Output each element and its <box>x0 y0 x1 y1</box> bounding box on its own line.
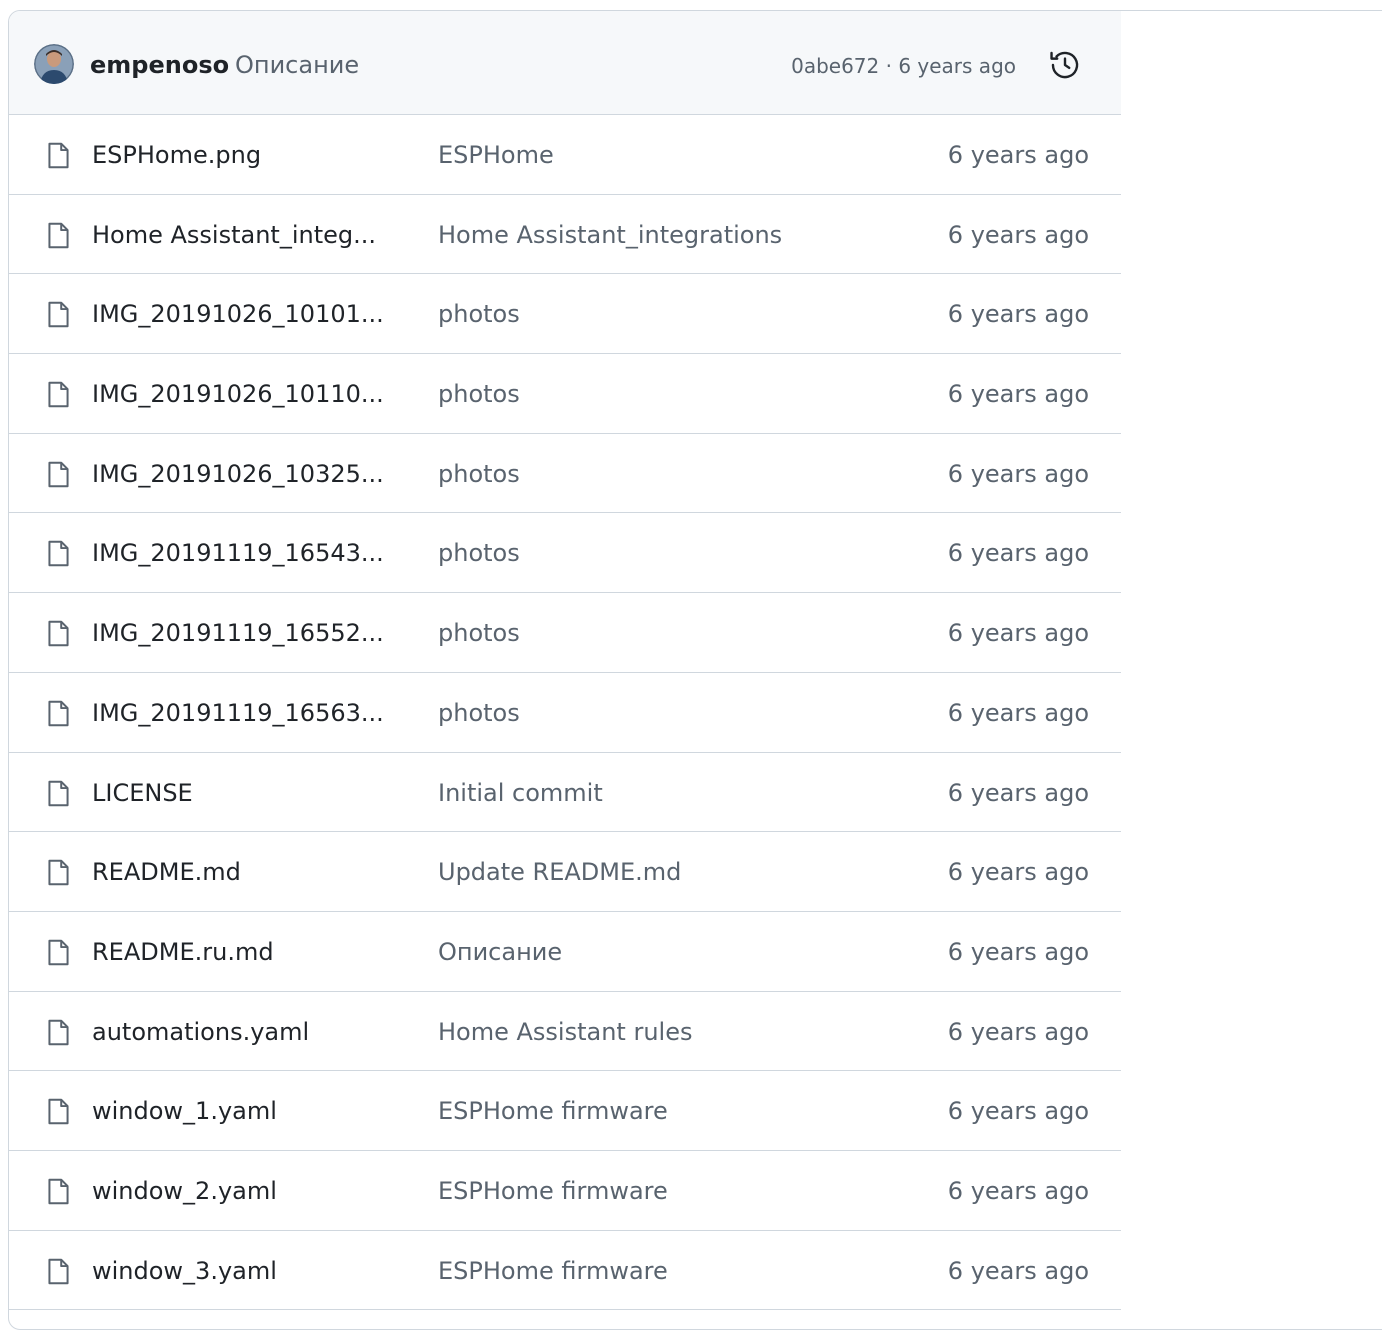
commit-hash-link[interactable]: 0abe672 <box>791 54 879 78</box>
file-row[interactable]: automations.yaml Home Assistant rules 6 … <box>9 992 1121 1072</box>
file-commit-age: 6 years ago <box>947 459 1089 488</box>
file-commit-age: 6 years ago <box>947 858 1089 887</box>
file-icon <box>44 1176 73 1207</box>
file-commit-message-link[interactable]: Описание <box>438 936 562 968</box>
file-name-link[interactable]: LICENSE <box>92 777 193 809</box>
file-commit-age: 6 years ago <box>947 1256 1089 1285</box>
file-name-link[interactable]: README.ru.md <box>92 936 274 968</box>
file-icon <box>44 538 73 569</box>
file-commit-age: 6 years ago <box>947 1017 1089 1046</box>
commit-author-link[interactable]: empenoso <box>90 50 229 80</box>
file-commit-age: 6 years ago <box>947 539 1089 568</box>
file-list: ESPHome.png ESPHome 6 years ago Home Ass… <box>9 115 1121 1311</box>
file-name-link[interactable]: window_3.yaml <box>92 1255 277 1287</box>
file-commit-age: 6 years ago <box>947 619 1089 648</box>
file-commit-age: 6 years ago <box>947 698 1089 727</box>
file-commit-message-link[interactable]: ESPHome <box>438 139 554 171</box>
file-icon <box>44 698 73 729</box>
file-icon <box>44 299 73 330</box>
file-commit-message-link[interactable]: photos <box>438 617 520 649</box>
file-icon <box>44 937 73 968</box>
file-row[interactable]: LICENSE Initial commit 6 years ago <box>9 753 1121 833</box>
file-row[interactable]: README.md Update README.md 6 years ago <box>9 832 1121 912</box>
file-name-link[interactable]: IMG_20191119_16552... <box>92 617 384 649</box>
file-row[interactable]: window_1.yaml ESPHome firmware 6 years a… <box>9 1071 1121 1151</box>
file-name-link[interactable]: README.md <box>92 856 241 888</box>
commit-meta: 0abe672 · 6 years ago <box>791 52 1016 80</box>
file-name-link[interactable]: IMG_20191026_10110... <box>92 378 384 410</box>
file-name-link[interactable]: IMG_20191119_16543... <box>92 537 384 569</box>
file-icon <box>44 857 73 888</box>
file-name-link[interactable]: IMG_20191026_10101... <box>92 298 384 330</box>
file-name-link[interactable]: window_2.yaml <box>92 1175 277 1207</box>
file-commit-message-link[interactable]: Home Assistant rules <box>438 1016 692 1048</box>
file-icon <box>44 140 73 171</box>
file-commit-message-link[interactable]: Initial commit <box>438 777 603 809</box>
file-commit-age: 6 years ago <box>947 380 1089 409</box>
file-commit-message-link[interactable]: ESPHome firmware <box>438 1255 668 1287</box>
file-name-link[interactable]: IMG_20191119_16563... <box>92 697 384 729</box>
file-row[interactable]: IMG_20191119_16552... photos 6 years ago <box>9 593 1121 673</box>
file-name-link[interactable]: Home Assistant_integ... <box>92 219 376 251</box>
file-icon <box>44 459 73 490</box>
file-row[interactable]: IMG_20191026_10101... photos 6 years ago <box>9 274 1121 355</box>
file-name-link[interactable]: IMG_20191026_10325... <box>92 458 384 490</box>
file-table: empenoso Описание 0abe672 · 6 years ago … <box>8 10 1382 1330</box>
file-row[interactable]: IMG_20191119_16563... photos 6 years ago <box>9 673 1121 753</box>
file-commit-message-link[interactable]: photos <box>438 458 520 490</box>
file-commit-message-link[interactable]: ESPHome firmware <box>438 1095 668 1127</box>
file-name-link[interactable]: window_1.yaml <box>92 1095 277 1127</box>
file-commit-message-link[interactable]: ESPHome firmware <box>438 1175 668 1207</box>
file-commit-age: 6 years ago <box>947 1176 1089 1205</box>
file-commit-age: 6 years ago <box>947 220 1089 249</box>
file-name-link[interactable]: automations.yaml <box>92 1016 309 1048</box>
file-commit-age: 6 years ago <box>947 1097 1089 1126</box>
file-row[interactable]: Home Assistant_integ... Home Assistant_i… <box>9 195 1121 275</box>
file-commit-message-link[interactable]: photos <box>438 537 520 569</box>
history-icon[interactable] <box>1048 48 1082 82</box>
file-commit-message-link[interactable]: photos <box>438 697 520 729</box>
commit-message-link[interactable]: Описание <box>235 50 359 80</box>
file-row[interactable]: window_3.yaml ESPHome firmware 6 years a… <box>9 1231 1121 1311</box>
file-commit-message-link[interactable]: photos <box>438 378 520 410</box>
file-name-link[interactable]: ESPHome.png <box>92 139 261 171</box>
file-commit-age: 6 years ago <box>947 300 1089 329</box>
file-icon <box>44 1256 73 1287</box>
file-row[interactable]: IMG_20191026_10110... photos 6 years ago <box>9 354 1121 434</box>
avatar[interactable] <box>34 44 74 84</box>
file-commit-message-link[interactable]: Update README.md <box>438 856 681 888</box>
file-row[interactable]: README.ru.md Описание 6 years ago <box>9 912 1121 992</box>
file-commit-age: 6 years ago <box>947 778 1089 807</box>
file-icon <box>44 220 73 251</box>
file-icon <box>44 1017 73 1048</box>
commit-age: 6 years ago <box>898 54 1016 78</box>
file-row[interactable]: IMG_20191026_10325... photos 6 years ago <box>9 434 1121 514</box>
file-icon <box>44 618 73 649</box>
latest-commit-bar: empenoso Описание 0abe672 · 6 years ago <box>9 11 1121 115</box>
file-row[interactable]: ESPHome.png ESPHome 6 years ago <box>9 115 1121 195</box>
file-commit-message-link[interactable]: photos <box>438 298 520 330</box>
file-commit-age: 6 years ago <box>947 141 1089 169</box>
file-icon <box>44 379 73 410</box>
commit-meta-separator: · <box>879 54 899 78</box>
file-row[interactable]: window_2.yaml ESPHome firmware 6 years a… <box>9 1151 1121 1231</box>
file-commit-message-link[interactable]: Home Assistant_integrations <box>438 219 782 251</box>
file-icon <box>44 778 73 809</box>
file-icon <box>44 1096 73 1127</box>
file-commit-age: 6 years ago <box>947 937 1089 966</box>
file-row[interactable]: IMG_20191119_16543... photos 6 years ago <box>9 513 1121 594</box>
